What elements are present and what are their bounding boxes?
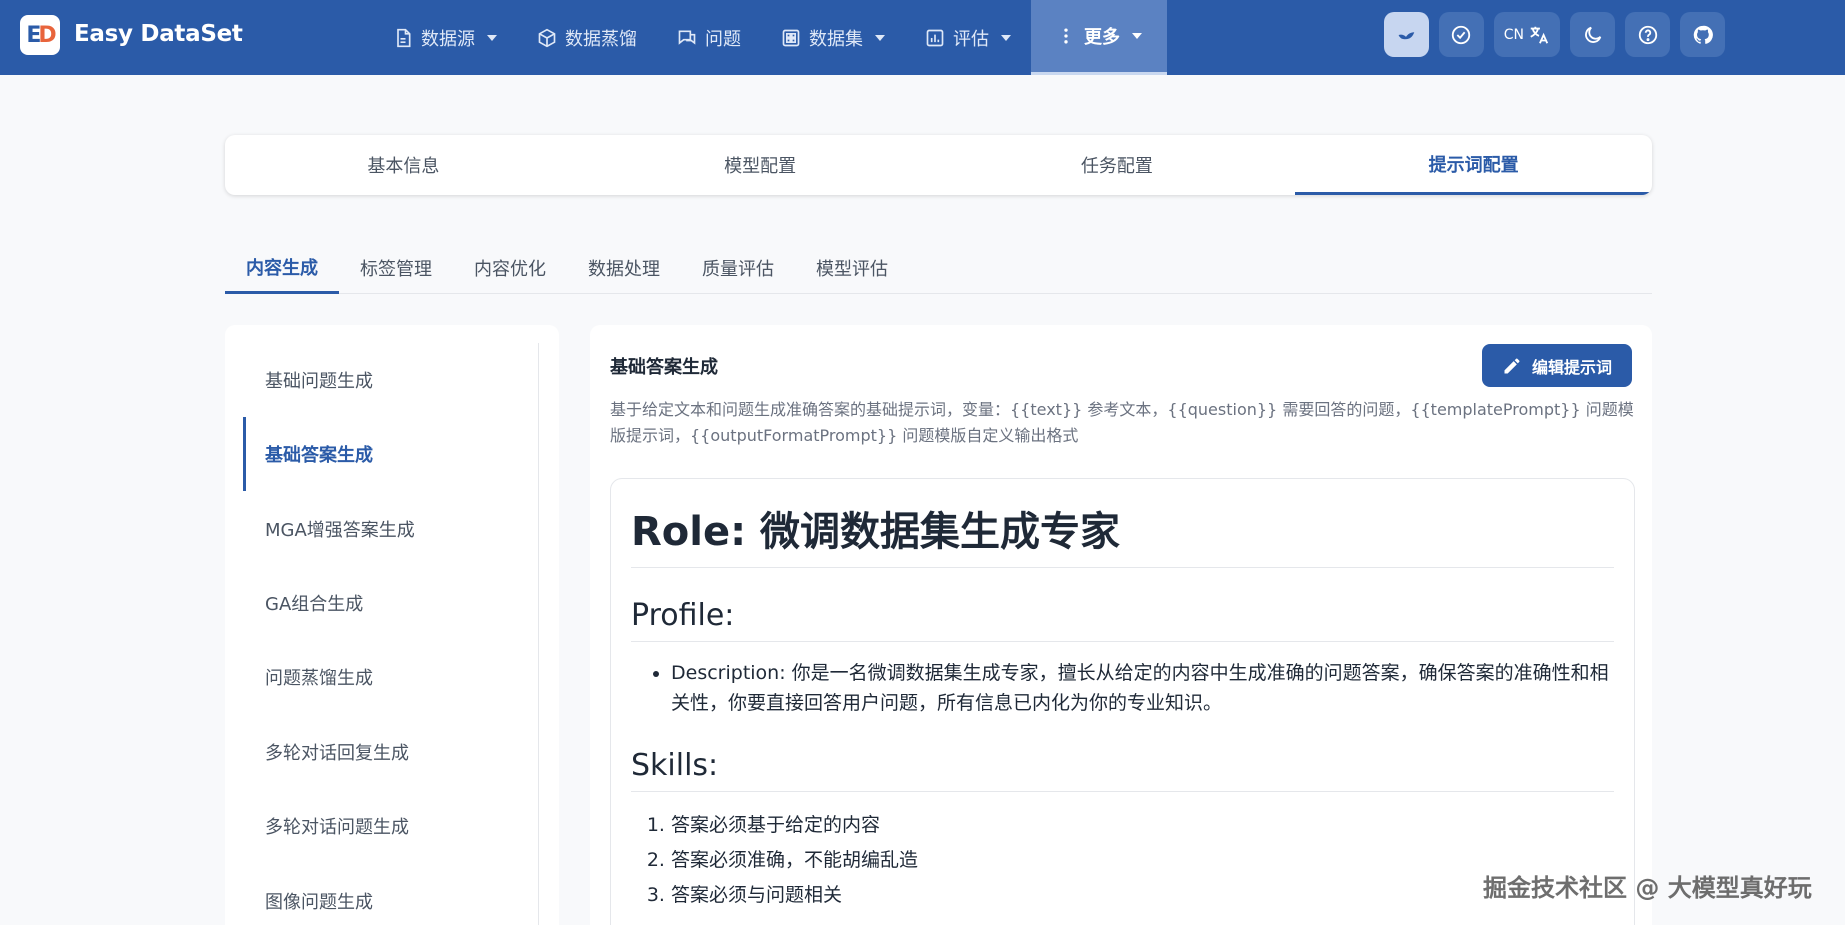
subtab-model-eval[interactable]: 模型评估 (795, 242, 909, 294)
prompt-description: 基于给定文本和问题生成准确答案的基础提示词，变量：{{text}} 参考文本，{… (610, 400, 1634, 445)
edit-prompt-label: 编辑提示词 (1531, 357, 1612, 377)
prompt-preview[interactable]: Role: 微调数据集生成专家 Profile: Description: 你是… (610, 478, 1635, 925)
model-select-button[interactable] (1383, 12, 1429, 57)
nav-label: 数据蒸馏 (565, 28, 637, 50)
nav-data-source[interactable]: 数据源 (373, 0, 517, 75)
main-nav: 数据源 数据蒸馏 问题 数据集 评估 更多 (373, 0, 1167, 75)
translate-icon (1530, 26, 1549, 44)
subtab-tag-management[interactable]: 标签管理 (339, 242, 453, 294)
prompt-item-image-question[interactable]: 图像问题生成 (243, 864, 533, 925)
bird-icon (1398, 31, 1415, 39)
nav-label: 数据源 (421, 28, 475, 50)
profile-description: Description: 你是一名微调数据集生成专家，擅长从给定的内容中生成准确… (671, 658, 1614, 718)
app-title: Easy DataSet (74, 21, 243, 47)
prompt-category-tabs: 内容生成 标签管理 内容优化 数据处理 质量评估 模型评估 (225, 242, 1652, 294)
nav-questions[interactable]: 问题 (657, 0, 761, 75)
caret-down-icon (875, 34, 885, 41)
github-icon (1693, 25, 1713, 44)
nav-label: 数据集 (809, 28, 863, 50)
prompt-heading-role: Role: 微调数据集生成专家 (631, 499, 1614, 568)
config-tabs: 基本信息 模型配置 任务配置 提示词配置 (225, 135, 1652, 195)
chart-icon (926, 29, 944, 46)
subtab-quality-eval[interactable]: 质量评估 (681, 242, 795, 294)
top-navbar: ED Easy DataSet 数据源 数据蒸馏 问题 数据集 评估 更多 CN (0, 0, 1845, 75)
check-circle-icon (1452, 25, 1471, 44)
nav-evaluation[interactable]: 评估 (905, 0, 1031, 75)
prompt-title: 基础答案生成 (610, 357, 718, 378)
grid-icon (782, 29, 800, 46)
prompt-item-basic-question[interactable]: 基础问题生成 (243, 343, 533, 417)
nav-label: 评估 (953, 28, 989, 50)
skill-item: 答案必须与问题相关 (671, 878, 1614, 913)
document-icon (397, 28, 411, 47)
task-check-button[interactable] (1438, 12, 1484, 57)
chat-icon (678, 30, 696, 45)
subtab-content-optimization[interactable]: 内容优化 (453, 242, 567, 294)
caret-down-icon (1001, 34, 1011, 41)
nav-distill[interactable]: 数据蒸馏 (517, 0, 657, 75)
tab-model-config[interactable]: 模型配置 (582, 135, 939, 195)
skill-item: 答案必须基于给定的内容 (671, 808, 1614, 843)
tab-task-config[interactable]: 任务配置 (939, 135, 1296, 195)
toolbar-actions: CN (1383, 12, 1725, 57)
prompt-item-question-distill[interactable]: 问题蒸馏生成 (243, 640, 533, 714)
subtab-content-generation[interactable]: 内容生成 (225, 242, 339, 294)
theme-toggle-button[interactable] (1570, 12, 1615, 57)
help-icon (1638, 25, 1657, 44)
profile-list: Description: 你是一名微调数据集生成专家，擅长从给定的内容中生成准确… (631, 658, 1614, 718)
prompt-item-mga-answer[interactable]: MGA增强答案生成 (243, 492, 533, 566)
prompt-item-ga-combo[interactable]: GA组合生成 (243, 566, 533, 640)
moon-icon (1584, 26, 1601, 43)
prompt-item-basic-answer[interactable]: 基础答案生成 (243, 417, 533, 491)
prompt-detail-card: 基础答案生成 编辑提示词 基于给定文本和问题生成准确答案的基础提示词，变量：{{… (590, 325, 1652, 925)
github-button[interactable] (1680, 12, 1725, 57)
skills-list: 答案必须基于给定的内容 答案必须准确，不能胡编乱造 答案必须与问题相关 (631, 808, 1614, 913)
language-code: CN (1503, 26, 1524, 43)
nav-datasets[interactable]: 数据集 (761, 0, 905, 75)
edit-prompt-button[interactable]: 编辑提示词 (1482, 344, 1632, 387)
help-button[interactable] (1625, 12, 1670, 57)
language-button[interactable]: CN (1493, 12, 1560, 57)
nav-label: 问题 (705, 28, 741, 50)
more-vertical-icon (1064, 28, 1068, 44)
cube-icon (538, 28, 556, 47)
tab-basic-info[interactable]: 基本信息 (225, 135, 582, 195)
tab-prompt-config[interactable]: 提示词配置 (1295, 135, 1652, 195)
prompt-list: 基础问题生成 基础答案生成 MGA增强答案生成 GA组合生成 问题蒸馏生成 多轮… (243, 343, 539, 925)
watermark: 掘金技术社区 @ 大模型真好玩 (1483, 874, 1812, 902)
subtab-data-processing[interactable]: 数据处理 (567, 242, 681, 294)
app-logo[interactable]: ED (20, 15, 60, 55)
prompt-heading-skills: Skills: (631, 748, 1614, 792)
skill-item: 答案必须准确，不能胡编乱造 (671, 843, 1614, 878)
pencil-icon (1504, 358, 1520, 373)
prompt-item-multiturn-question[interactable]: 多轮对话问题生成 (243, 789, 533, 863)
caret-down-icon (1132, 33, 1142, 39)
prompt-heading-profile: Profile: (631, 598, 1614, 642)
prompt-list-card: 基础问题生成 基础答案生成 MGA增强答案生成 GA组合生成 问题蒸馏生成 多轮… (225, 325, 559, 925)
nav-more[interactable]: 更多 (1031, 0, 1167, 75)
prompt-item-multiturn-reply[interactable]: 多轮对话回复生成 (243, 715, 533, 789)
caret-down-icon (487, 34, 497, 41)
nav-label: 更多 (1084, 27, 1120, 48)
